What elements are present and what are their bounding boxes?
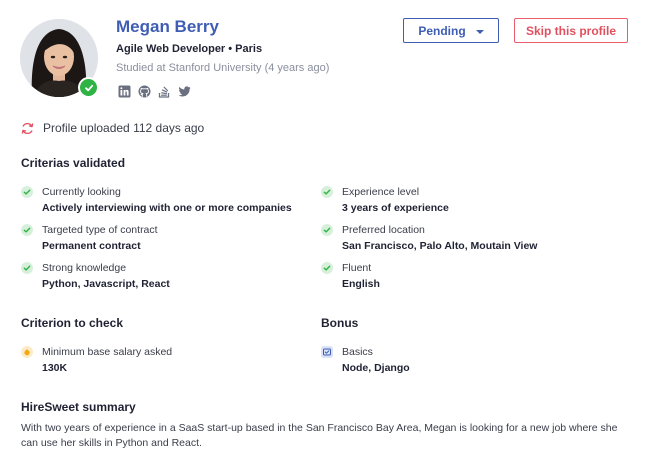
criteria-label: Currently looking <box>42 186 121 198</box>
social-links <box>118 85 191 98</box>
criteria-value: Actively interviewing with one or more c… <box>42 202 292 214</box>
candidate-name[interactable]: Megan Berry <box>116 17 219 37</box>
criteria-value: Permanent contract <box>42 240 141 252</box>
criterion-label: Minimum base salary asked <box>42 346 173 358</box>
check-circle-icon <box>21 224 33 236</box>
check-circle-icon <box>21 186 33 198</box>
github-icon[interactable] <box>138 85 151 98</box>
upload-info: Profile uploaded 112 days ago <box>21 121 204 135</box>
upload-text: Profile uploaded 112 days ago <box>43 121 205 135</box>
stackoverflow-icon[interactable] <box>158 85 171 98</box>
criteria-label: Targeted type of contract <box>42 224 158 236</box>
refresh-icon <box>21 122 34 134</box>
criteria-label: Preferred location <box>342 224 425 236</box>
chevron-down-icon <box>475 29 484 34</box>
warning-dot-icon <box>21 346 33 358</box>
status-dropdown[interactable]: Pending <box>403 18 499 43</box>
status-dropdown-label: Pending <box>418 23 466 38</box>
bonus-label: Basics <box>342 346 373 358</box>
criteria-value: Python, Javascript, React <box>42 278 170 290</box>
skip-profile-button[interactable]: Skip this profile <box>514 18 628 43</box>
criteria-value: San Francisco, Palo Alto, Moutain View <box>342 240 538 252</box>
check-circle-icon <box>321 186 333 198</box>
bonus-title: Bonus <box>321 316 359 330</box>
check-circle-icon <box>321 262 333 274</box>
criteria-item: Currently looking Actively interviewing … <box>21 185 292 215</box>
avatar <box>20 19 100 99</box>
verified-check-icon <box>78 77 99 98</box>
criteria-label: Fluent <box>342 262 372 274</box>
candidate-education: Studied at Stanford University (4 years … <box>116 62 330 74</box>
bonus-value: Node, Django <box>342 362 410 374</box>
criteria-item: Experience level 3 years of experience <box>321 185 449 215</box>
criteria-item: Fluent English <box>321 261 380 291</box>
criterion-item: Minimum base salary asked 130K <box>21 345 172 375</box>
criteria-label: Strong knowledge <box>42 262 127 274</box>
criteria-item: Preferred location San Francisco, Palo A… <box>321 223 537 253</box>
criteria-label: Experience level <box>342 186 420 198</box>
criterion-value: 130K <box>42 362 68 374</box>
twitter-icon[interactable] <box>178 85 191 98</box>
bonus-item: Basics Node, Django <box>321 345 410 375</box>
criterias-validated-title: Criterias validated <box>21 156 126 170</box>
bonus-badge-icon <box>321 346 333 358</box>
summary-text: With two years of experience in a SaaS s… <box>21 422 618 449</box>
check-circle-icon <box>21 262 33 274</box>
criteria-item: Targeted type of contract Permanent cont… <box>21 223 158 253</box>
candidate-role: Agile Web Developer • Paris <box>116 43 263 55</box>
check-circle-icon <box>321 224 333 236</box>
criteria-value: English <box>342 278 380 290</box>
linkedin-icon[interactable] <box>118 85 131 98</box>
criterion-to-check-title: Criterion to check <box>21 316 124 330</box>
criteria-item: Strong knowledge Python, Javascript, Rea… <box>21 261 170 291</box>
summary-title: HireSweet summary <box>21 400 136 414</box>
criteria-value: 3 years of experience <box>342 202 449 214</box>
